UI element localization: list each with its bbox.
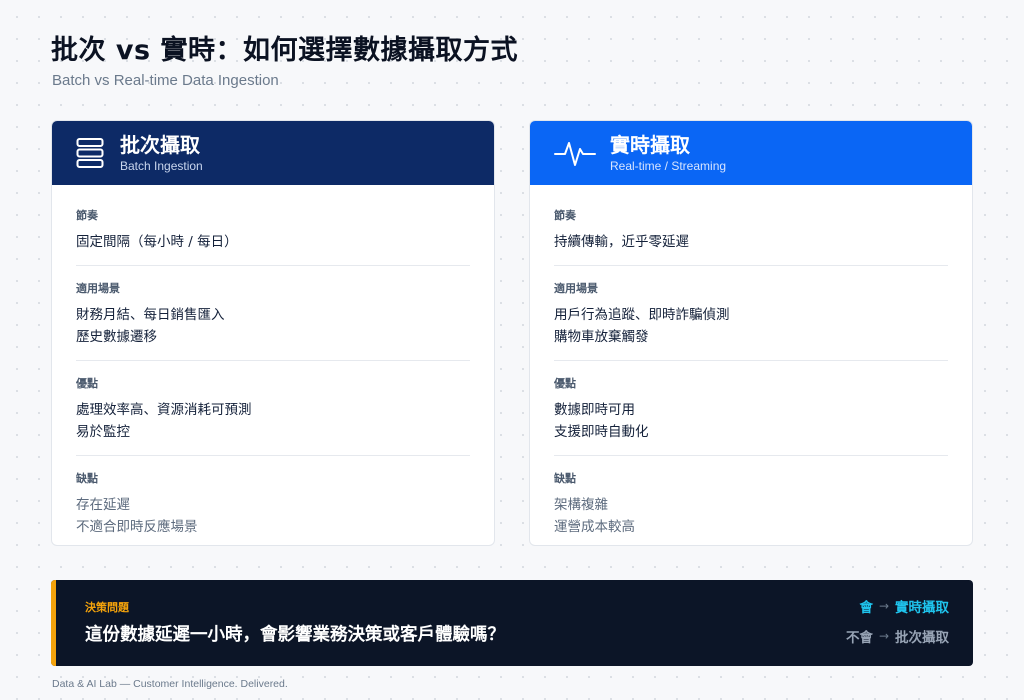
footer-text: Data & AI Lab — Customer Intelligence. D… — [52, 678, 288, 690]
section-line: 歷史數據遷移 — [76, 329, 157, 345]
batch-card-title: 批次攝取 — [120, 133, 200, 157]
section-label: 缺點 — [554, 472, 576, 485]
section-line: 支援即時自動化 — [554, 424, 649, 440]
option-result: 批次攝取 — [895, 630, 949, 646]
option-result: 實時攝取 — [895, 600, 949, 616]
decision-option-no: 不會 → 批次攝取 — [846, 626, 949, 646]
batch-section-cons: 缺點 存在延遲 不適合即時反應場景 — [76, 470, 470, 545]
section-label: 優點 — [554, 377, 576, 390]
stream-card-subtitle: Real-time / Streaming — [610, 159, 727, 173]
stream-card-header: 實時攝取 Real-time / Streaming — [530, 121, 972, 185]
section-line: 購物車放棄觸發 — [554, 329, 649, 345]
batch-section-use-cases: 適用場景 財務月結、每日銷售匯入 歷史數據遷移 — [76, 280, 470, 361]
section-line: 易於監控 — [76, 424, 130, 440]
option-condition: 不會 — [845, 630, 873, 646]
stream-section-pros: 優點 數據即時可用 支援即時自動化 — [554, 375, 948, 456]
stream-section-cons: 缺點 架構複雜 運營成本較高 — [554, 470, 948, 545]
section-line: 財務月結、每日銷售匯入 — [76, 307, 225, 323]
section-label: 節奏 — [554, 209, 576, 222]
batch-card: 批次攝取 Batch Ingestion 節奏 固定間隔（每小時 / 每日） 適… — [51, 120, 495, 546]
section-label: 缺點 — [76, 472, 98, 485]
banner-accent-bar — [51, 580, 56, 666]
decision-label: 決策問題 — [85, 601, 129, 614]
section-label: 適用場景 — [554, 282, 598, 295]
page-title: 批次 vs 實時：如何選擇數據攝取方式 — [51, 35, 518, 66]
section-line: 固定間隔（每小時 / 每日） — [76, 234, 238, 250]
stream-section-use-cases: 適用場景 用戶行為追蹤、即時詐騙偵測 購物車放棄觸發 — [554, 280, 948, 361]
stream-card-title: 實時攝取 — [610, 133, 690, 157]
arrow-right-icon: → — [878, 629, 889, 643]
section-line: 運營成本較高 — [554, 519, 635, 535]
section-label: 適用場景 — [76, 282, 120, 295]
batch-card-header: 批次攝取 Batch Ingestion — [52, 121, 494, 185]
section-label: 節奏 — [76, 209, 98, 222]
page-subtitle: Batch vs Real-time Data Ingestion — [52, 72, 279, 89]
stream-card: 實時攝取 Real-time / Streaming 節奏 持續傳輸，近乎零延遲… — [529, 120, 973, 546]
section-line: 數據即時可用 — [554, 402, 635, 418]
section-line: 用戶行為追蹤、即時詐騙偵測 — [554, 307, 730, 323]
section-line: 持續傳輸，近乎零延遲 — [554, 234, 689, 250]
section-line: 架構複雜 — [554, 497, 608, 513]
arrow-right-icon: → — [878, 599, 889, 613]
batch-section-pros: 優點 處理效率高、資源消耗可預測 易於監控 — [76, 375, 470, 456]
server-stack-icon — [76, 136, 106, 170]
decision-option-yes: 會 → 實時攝取 — [859, 596, 949, 616]
batch-section-rhythm: 節奏 固定間隔（每小時 / 每日） — [76, 207, 470, 266]
section-label: 優點 — [76, 377, 98, 390]
section-line: 不適合即時反應場景 — [76, 519, 198, 535]
option-condition: 會 — [859, 600, 873, 616]
decision-banner: 決策問題 這份數據延遲一小時，會影響業務決策或客戶體驗嗎？ 會 → 實時攝取 不… — [51, 580, 973, 666]
pulse-wave-icon — [554, 136, 596, 170]
stream-section-rhythm: 節奏 持續傳輸，近乎零延遲 — [554, 207, 948, 266]
section-line: 處理效率高、資源消耗可預測 — [76, 402, 252, 418]
section-line: 存在延遲 — [76, 497, 130, 513]
batch-card-subtitle: Batch Ingestion — [120, 159, 203, 173]
decision-question: 這份數據延遲一小時，會影響業務決策或客戶體驗嗎？ — [85, 625, 505, 645]
